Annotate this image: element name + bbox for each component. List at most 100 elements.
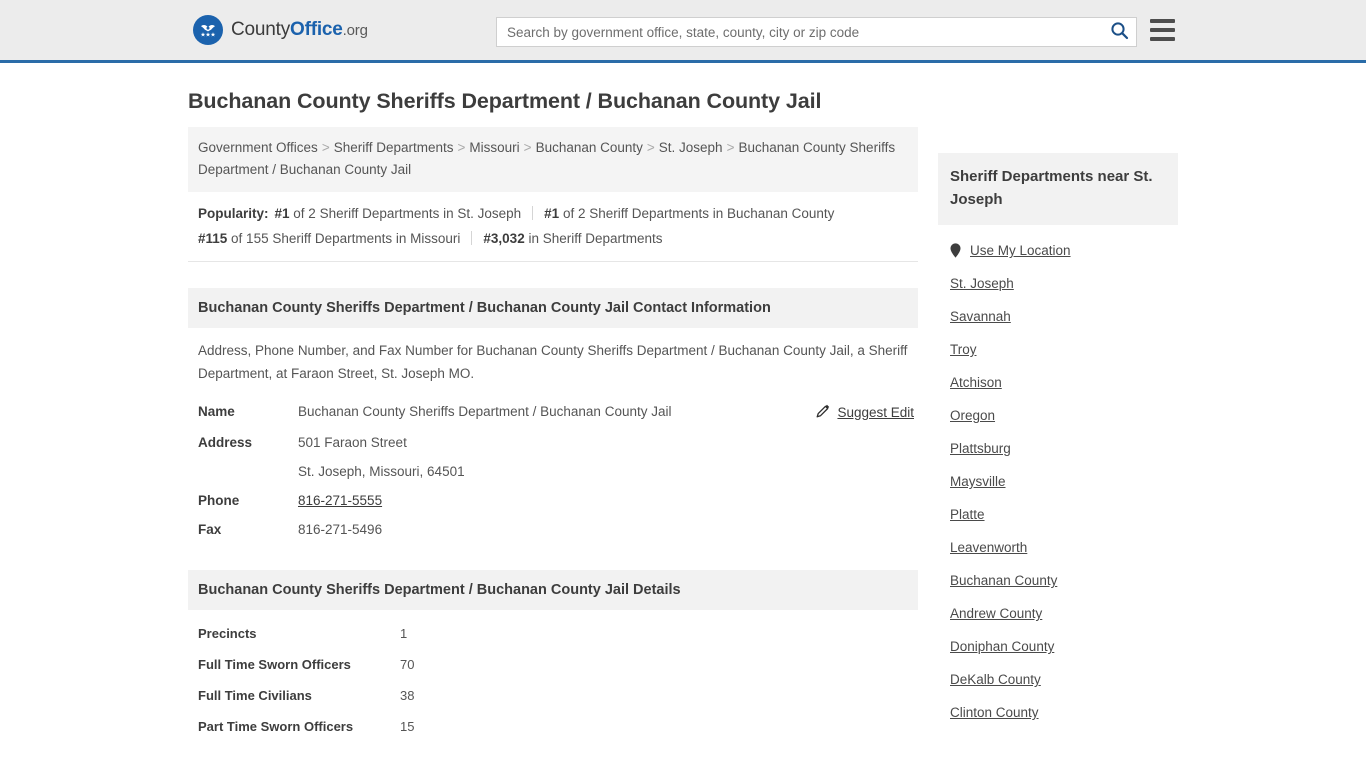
suggest-edit-cell: Suggest Edit (808, 397, 918, 428)
sidebar-item-doniphan-county[interactable]: Doniphan County (938, 630, 1178, 663)
sidebar-link[interactable]: Andrew County (950, 606, 1042, 621)
sidebar-item-dekalb-county[interactable]: DeKalb County (938, 663, 1178, 696)
page-body: Buchanan County Sheriffs Department / Bu… (0, 89, 1366, 768)
popularity-text: of 2 Sheriff Departments in St. Joseph (289, 206, 522, 221)
breadcrumb-item-government-offices[interactable]: Government Offices (198, 140, 318, 155)
empty-cell (808, 486, 918, 515)
contact-information-heading: Buchanan County Sheriffs Department / Bu… (188, 288, 918, 328)
popularity-rank: #115 (198, 231, 228, 246)
name-label: Name (198, 404, 235, 419)
sidebar-link[interactable]: Platte (950, 507, 985, 522)
sidebar-link[interactable]: St. Joseph (950, 276, 1014, 291)
sidebar-link[interactable]: Buchanan County (950, 573, 1057, 588)
site-header: CountyOffice.org (0, 0, 1366, 63)
sidebar-item-clinton-county[interactable]: Clinton County (938, 696, 1178, 729)
content-container: Buchanan County Sheriffs Department / Bu… (188, 89, 1178, 768)
address-line-1: 501 Faraon Street (298, 435, 407, 450)
empty-label (188, 457, 298, 486)
phone-label: Phone (198, 493, 240, 508)
table-row: Address 501 Faraon Street (188, 428, 918, 457)
table-row: Part Time Sworn Officers 15 (188, 711, 918, 742)
table-row: Full Time Sworn Officers 70 (188, 649, 918, 680)
site-logo-link[interactable]: CountyOffice.org (193, 15, 368, 45)
popularity-rank: #1 (274, 206, 290, 221)
sidebar-heading: Sheriff Departments near St. Joseph (938, 153, 1178, 225)
sidebar-item-savannah[interactable]: Savannah (938, 300, 1178, 333)
hamburger-bar (1150, 28, 1175, 32)
sidebar-item-troy[interactable]: Troy (938, 333, 1178, 366)
sidebar-item-andrew-county[interactable]: Andrew County (938, 597, 1178, 630)
table-row: Precincts 1 (188, 618, 918, 649)
sidebar-link[interactable]: DeKalb County (950, 672, 1041, 687)
popularity-item-buchanan-county: #1 of 2 Sheriff Departments in Buchanan … (544, 206, 834, 221)
popularity-text: of 155 Sheriff Departments in Missouri (227, 231, 461, 246)
sidebar: Sheriff Departments near St. Joseph Use … (938, 127, 1178, 729)
breadcrumb-separator: > (726, 140, 735, 155)
popularity-divider (471, 231, 473, 245)
sidebar-link[interactable]: Doniphan County (950, 639, 1054, 654)
search-button[interactable] (1102, 18, 1136, 46)
popularity-item-missouri: #115 of 155 Sheriff Departments in Misso… (198, 231, 460, 246)
sidebar-item-oregon[interactable]: Oregon (938, 399, 1178, 432)
use-my-location-link[interactable]: Use My Location (970, 243, 1071, 258)
empty-cell (808, 428, 918, 457)
sidebar-item-st-joseph[interactable]: St. Joseph (938, 267, 1178, 300)
sidebar-link[interactable]: Oregon (950, 408, 995, 423)
popularity-item-national: #3,032 in Sheriff Departments (483, 231, 662, 246)
sidebar-item-atchison[interactable]: Atchison (938, 366, 1178, 399)
sidebar-item-buchanan-county[interactable]: Buchanan County (938, 564, 1178, 597)
brand-part-tld: .org (342, 22, 368, 39)
sidebar-link[interactable]: Maysville (950, 474, 1006, 489)
sidebar-item-maysville[interactable]: Maysville (938, 465, 1178, 498)
detail-value-part-time-sworn-officers: 15 (400, 719, 415, 734)
name-value: Buchanan County Sheriffs Department / Bu… (298, 404, 672, 419)
main-column: Government Offices > Sheriff Departments > M… (188, 127, 918, 768)
search-icon (1110, 21, 1129, 43)
sidebar-link[interactable]: Plattsburg (950, 441, 1011, 456)
table-row: Phone 816-271-5555 (188, 486, 918, 515)
sidebar-item-leavenworth[interactable]: Leavenworth (938, 531, 1178, 564)
breadcrumb-item-st-joseph[interactable]: St. Joseph (659, 140, 723, 155)
detail-value-full-time-sworn-officers: 70 (400, 657, 415, 672)
empty-cell (808, 457, 918, 486)
table-row: Fax 816-271-5496 (188, 515, 918, 544)
search-bar (496, 17, 1137, 47)
phone-link[interactable]: 816-271-5555 (298, 493, 382, 508)
contact-description: Address, Phone Number, and Fax Number fo… (198, 343, 908, 381)
breadcrumb-separator: > (457, 140, 466, 155)
detail-label-full-time-sworn-officers: Full Time Sworn Officers (198, 657, 351, 672)
sidebar-link[interactable]: Clinton County (950, 705, 1039, 720)
sidebar-link[interactable]: Troy (950, 342, 977, 357)
brand-part-county: County (231, 19, 291, 40)
detail-label-part-time-sworn-officers: Part Time Sworn Officers (198, 719, 354, 734)
sidebar-link[interactable]: Savannah (950, 309, 1011, 324)
table-row: Name Buchanan County Sheriffs Department… (188, 397, 918, 428)
breadcrumb-separator: > (321, 140, 330, 155)
search-input[interactable] (497, 18, 1102, 46)
popularity-text: in Sheriff Departments (524, 231, 663, 246)
breadcrumb-item-sheriff-departments[interactable]: Sheriff Departments (334, 140, 454, 155)
empty-cell (808, 515, 918, 544)
sidebar-item-use-my-location[interactable]: Use My Location (938, 234, 1178, 267)
suggest-edit-link[interactable]: Suggest Edit (816, 404, 914, 421)
popularity-rank: #1 (544, 206, 560, 221)
breadcrumb-item-missouri[interactable]: Missouri (469, 140, 519, 155)
detail-value-full-time-civilians: 38 (400, 688, 415, 703)
table-row: St. Joseph, Missouri, 64501 (188, 457, 918, 486)
suggest-edit-label: Suggest Edit (837, 405, 914, 420)
sidebar-link[interactable]: Leavenworth (950, 540, 1027, 555)
popularity-text: of 2 Sheriff Departments in Buchanan Cou… (559, 206, 835, 221)
phone-value-cell: 816-271-5555 (298, 486, 808, 515)
sidebar-links: Use My Location St. Joseph Savannah Troy… (938, 225, 1178, 729)
hamburger-menu-icon[interactable] (1150, 19, 1175, 41)
content-columns: Government Offices > Sheriff Departments > M… (188, 127, 1178, 768)
breadcrumb-separator: > (646, 140, 655, 155)
sidebar-item-platte[interactable]: Platte (938, 498, 1178, 531)
details-heading: Buchanan County Sheriffs Department / Bu… (188, 570, 918, 610)
address-line-2: St. Joseph, Missouri, 64501 (298, 464, 465, 479)
sidebar-item-plattsburg[interactable]: Plattsburg (938, 432, 1178, 465)
eagle-stars-seal-icon (193, 15, 223, 45)
sidebar-link[interactable]: Atchison (950, 375, 1002, 390)
popularity-divider (532, 206, 534, 220)
breadcrumb-item-buchanan-county[interactable]: Buchanan County (536, 140, 643, 155)
